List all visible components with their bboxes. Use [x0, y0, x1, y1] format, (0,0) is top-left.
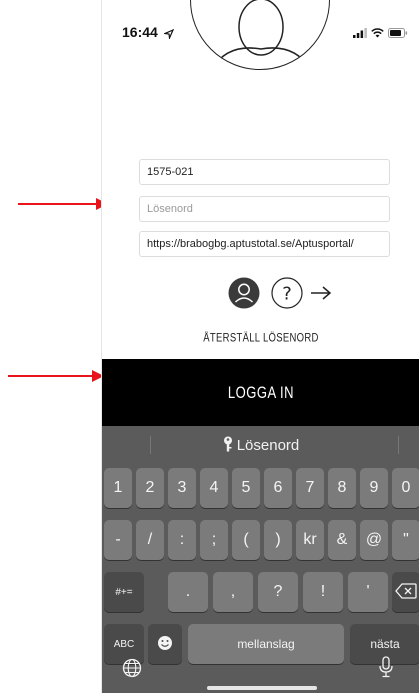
key-ampersand[interactable]: & — [328, 520, 356, 560]
key-6[interactable]: 6 — [264, 468, 292, 508]
keyboard-suggestion-bar: Lösenord — [102, 426, 419, 464]
key-close-paren[interactable]: ) — [264, 520, 292, 560]
key-comma[interactable]: , — [213, 572, 253, 612]
key-open-paren[interactable]: ( — [232, 520, 260, 560]
globe-icon[interactable] — [122, 658, 142, 683]
backspace-icon — [395, 582, 417, 602]
microphone-icon[interactable] — [378, 656, 394, 683]
key-dash[interactable]: - — [104, 520, 132, 560]
annotation-arrow-login — [8, 370, 104, 382]
wifi-icon — [371, 25, 384, 43]
key-9[interactable]: 9 — [360, 468, 388, 508]
location-icon — [162, 26, 175, 44]
password-field[interactable]: Lösenord — [139, 196, 390, 222]
avatar — [190, 0, 330, 70]
key-at[interactable]: @ — [360, 520, 388, 560]
key-period[interactable]: . — [168, 572, 208, 612]
reset-password-link[interactable]: ÅTERSTÄLL LÖSENORD — [102, 332, 419, 346]
keyboard: Lösenord 1 2 3 4 5 6 7 8 9 0 - / : ; ( )… — [102, 426, 419, 693]
home-indicator — [207, 686, 317, 690]
login-button[interactable]: LOGGA IN — [102, 359, 419, 426]
help-icon[interactable]: ? — [271, 277, 303, 314]
key-2[interactable]: 2 — [136, 468, 164, 508]
key-5[interactable]: 5 — [232, 468, 260, 508]
svg-text:?: ? — [282, 284, 292, 305]
key-space[interactable]: mellanslag — [188, 624, 344, 664]
server-url-field[interactable]: https://brabogbg.aptustotal.se/Aptusport… — [139, 231, 390, 257]
suggestion-text: Lösenord — [236, 437, 300, 454]
key-backspace[interactable] — [392, 572, 419, 612]
arrow-right-icon[interactable] — [310, 285, 332, 306]
annotation-arrow-password — [18, 198, 108, 210]
status-time: 16:44 — [122, 24, 158, 40]
profile-icon[interactable] — [228, 277, 260, 314]
emoji-icon — [157, 635, 173, 654]
key-slash[interactable]: / — [136, 520, 164, 560]
key-quote[interactable]: " — [392, 520, 419, 560]
username-field[interactable]: 1575-021 — [139, 159, 390, 185]
key-question[interactable]: ? — [258, 572, 298, 612]
password-suggestion[interactable]: Lösenord — [102, 436, 419, 456]
key-4[interactable]: 4 — [200, 468, 228, 508]
icon-row: ? — [102, 276, 419, 310]
key-emoji[interactable] — [148, 624, 182, 664]
key-0[interactable]: 0 — [392, 468, 419, 508]
key-apostrophe[interactable]: ' — [348, 572, 388, 612]
key-kr[interactable]: kr — [296, 520, 324, 560]
key-colon[interactable]: : — [168, 520, 196, 560]
key-exclamation[interactable]: ! — [303, 572, 343, 612]
key-1[interactable]: 1 — [104, 468, 132, 508]
key-icon — [223, 436, 233, 456]
phone-screen: 16:44 1575-021 Lösenord https://brabogbg… — [101, 0, 419, 693]
key-8[interactable]: 8 — [328, 468, 356, 508]
battery-icon — [388, 25, 408, 43]
key-7[interactable]: 7 — [296, 468, 324, 508]
login-button-label: LOGGA IN — [227, 383, 295, 402]
key-3[interactable]: 3 — [168, 468, 196, 508]
signal-icon — [353, 25, 367, 43]
key-semicolon[interactable]: ; — [200, 520, 228, 560]
key-symbols-toggle[interactable]: #+= — [104, 572, 144, 612]
status-icons — [353, 25, 408, 43]
